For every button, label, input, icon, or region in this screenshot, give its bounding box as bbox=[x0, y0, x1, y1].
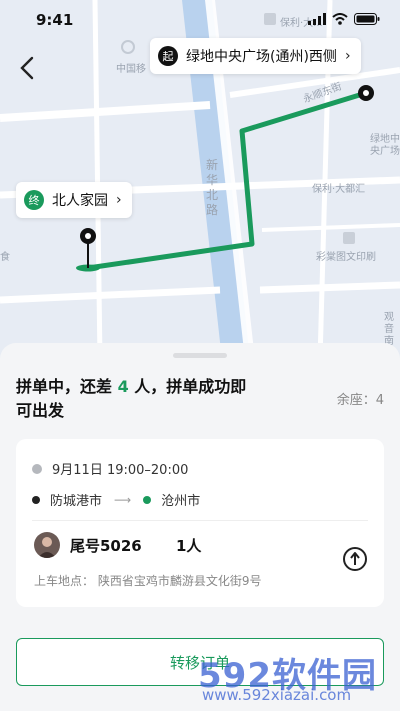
trip-destination: 沧州市 bbox=[161, 494, 201, 509]
missing-count: 4 bbox=[117, 377, 129, 396]
navigate-icon[interactable] bbox=[342, 546, 368, 572]
back-icon[interactable] bbox=[14, 54, 42, 82]
trip-datetime: 9月11日 19:00–20:00 bbox=[52, 463, 189, 478]
end-location-label: 北人家园 bbox=[52, 193, 108, 209]
status-bar: 9:41 bbox=[0, 0, 400, 40]
map-label-poly: 保利·大都汇 bbox=[312, 184, 366, 195]
battery-icon bbox=[354, 13, 380, 25]
seats-remaining: 余座：4 bbox=[336, 393, 384, 408]
map-label-xinhua: 新华北路 bbox=[206, 158, 219, 217]
passenger-plate: 尾号5026 bbox=[70, 537, 142, 555]
map-label-print: 彩棠图文印刷 bbox=[316, 252, 376, 263]
watermark-url: www.592xiazai.com bbox=[202, 686, 352, 704]
start-location-label: 绿地中央广场(通州)西侧 bbox=[186, 49, 337, 65]
chevron-right-icon: › bbox=[116, 192, 122, 208]
clock-icon bbox=[32, 463, 42, 474]
avatar bbox=[34, 532, 60, 558]
start-location-card[interactable]: 起 绿地中央广场(通州)西侧 › bbox=[150, 38, 361, 74]
signal-icon bbox=[308, 13, 326, 25]
sheet-handle[interactable] bbox=[173, 353, 227, 358]
passenger-count: 1人 bbox=[176, 537, 202, 555]
origin-dot-icon bbox=[32, 495, 40, 504]
end-badge: 终 bbox=[24, 190, 44, 210]
destination-dot-icon bbox=[143, 495, 152, 504]
carpool-status: 拼单中，还差 4 人，拼单成功即可出发 bbox=[16, 377, 247, 420]
end-location-card[interactable]: 终 北人家园 › bbox=[16, 182, 132, 218]
arrow-right-icon: ⟶ bbox=[114, 492, 132, 507]
trip-card: 9月11日 19:00–20:00 防城港市 ⟶ 沧州市 尾号5026 1人 上… bbox=[16, 439, 384, 607]
map-label-food: 食 bbox=[0, 252, 10, 263]
trip-origin: 防城港市 bbox=[50, 494, 103, 509]
wifi-icon bbox=[332, 13, 348, 25]
chevron-right-icon: › bbox=[344, 48, 351, 64]
pickup-location: 上车地点： 陕西省宝鸡市麟游县文化街9号 bbox=[34, 574, 262, 588]
map-label-mobile: 中国移 bbox=[116, 64, 146, 75]
start-badge: 起 bbox=[158, 46, 178, 66]
status-time: 9:41 bbox=[36, 11, 74, 29]
map-label-greenland: 绿地中央广场 bbox=[370, 134, 400, 157]
divider bbox=[32, 520, 368, 521]
